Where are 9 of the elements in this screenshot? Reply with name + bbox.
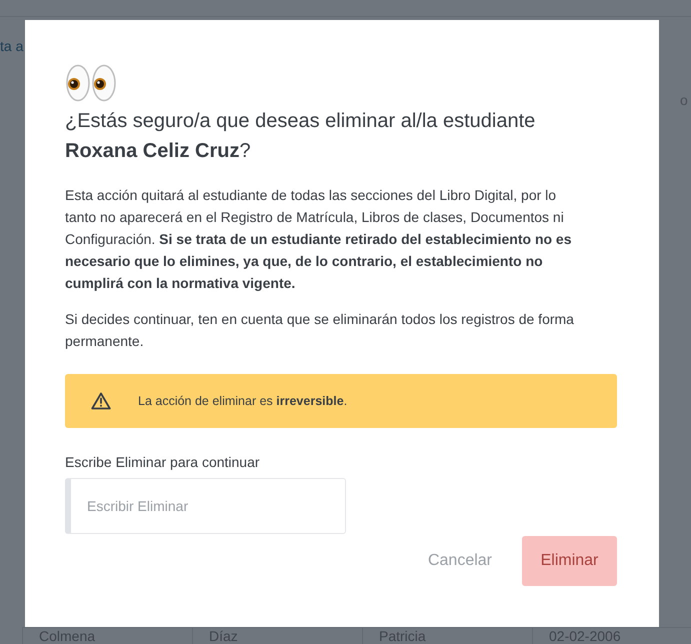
warning-icon: [91, 392, 111, 410]
cancel-button[interactable]: Cancelar: [412, 536, 508, 586]
body-text: Esta acción quitará al estudiante de todas las secciones del Libro Digital, por lo tanto no aparecerá en el Registro de Matrícula, Libros de clases, Documentos ni Configuración. Si se trata de un estudiante retirado del establecimiento no es necesario que lo elimines, ya que, de lo contrario, el establecimiento no cumplirá con la normativa vigente.: [65, 186, 573, 293]
field-label: Escribe Eliminar para continuar: [65, 454, 261, 470]
body-text: Si decides continuar, ten en cuenta que se eliminarán todos los registros de forma permanente.: [65, 310, 575, 351]
dialog-title: ¿Estás seguro/a que deseas eliminar al/la estudiante Roxana Celiz Cruz?: [65, 109, 536, 164]
link-text[interactable]: ta a: [0, 38, 24, 54]
input-field[interactable]: Escribir Eliminar: [65, 478, 346, 534]
warning-text: La acción de eliminar es irreversible.: [138, 394, 348, 408]
